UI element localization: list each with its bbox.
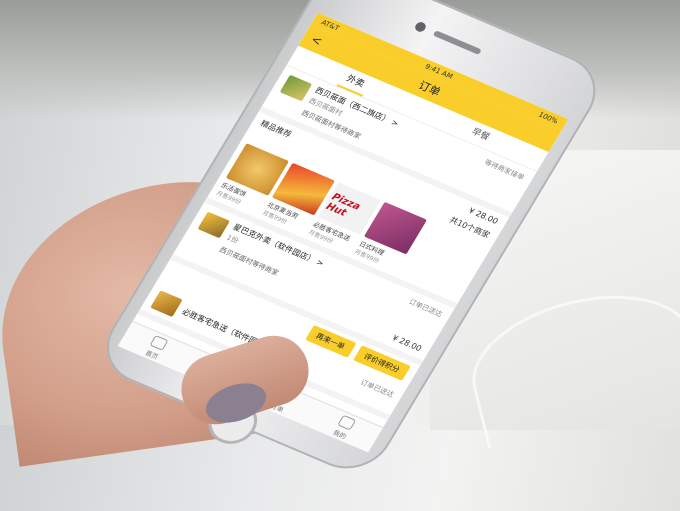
user-icon xyxy=(337,414,357,431)
tab-label: 我的 xyxy=(331,428,348,441)
home-icon xyxy=(149,334,169,351)
shop-thumbnail xyxy=(279,74,313,102)
front-camera xyxy=(413,20,428,34)
shop-thumbnail xyxy=(197,211,231,238)
tab-label: 首页 xyxy=(143,348,160,362)
shop-thumbnail xyxy=(150,290,183,317)
earpiece-speaker xyxy=(432,30,482,55)
